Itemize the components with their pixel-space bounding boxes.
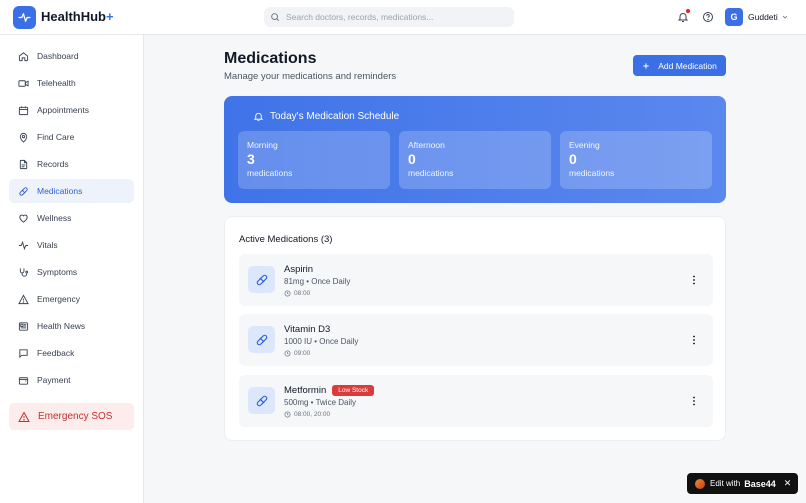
clock-icon <box>284 290 291 297</box>
schedule-slot-afternoon: Afternoon 0 medications <box>399 131 551 189</box>
low-stock-badge: Low Stock <box>332 385 375 396</box>
more-options-icon[interactable] <box>690 275 698 285</box>
sidebar-item-wellness[interactable]: Wellness <box>9 206 134 230</box>
newspaper-icon <box>18 321 29 331</box>
sidebar-item-dashboard[interactable]: Dashboard <box>9 44 134 68</box>
schedule-slot-evening: Evening 0 medications <box>560 131 712 189</box>
sidebar: Dashboard Telehealth Appointments Find C… <box>0 35 144 503</box>
page-title: Medications <box>224 50 317 67</box>
heart-icon <box>19 214 28 223</box>
search-icon <box>271 13 280 22</box>
sidebar-item-vitals[interactable]: Vitals <box>9 233 134 257</box>
medication-name: Vitamin D3 <box>284 324 331 335</box>
sidebar-item-telehealth[interactable]: Telehealth <box>9 71 134 95</box>
sidebar-item-appointments[interactable]: Appointments <box>9 98 134 122</box>
sidebar-item-payment[interactable]: Payment <box>9 368 134 392</box>
sidebar-item-feedback[interactable]: Feedback <box>9 341 134 365</box>
stethoscope-icon <box>19 267 29 277</box>
home-icon <box>18 51 29 61</box>
avatar[interactable]: G <box>725 8 743 26</box>
sidebar-item-symptoms[interactable]: Symptoms <box>9 260 134 284</box>
more-options-icon[interactable] <box>690 396 698 406</box>
message-icon <box>19 348 28 358</box>
medication-dose: 81mg • Once Daily <box>284 277 351 286</box>
notification-dot <box>686 9 690 13</box>
help-icon[interactable] <box>702 11 714 23</box>
sidebar-item-emergency[interactable]: Emergency <box>9 287 134 311</box>
schedule-title: Today's Medication Schedule <box>253 111 399 122</box>
clock-icon <box>284 411 291 418</box>
pill-icon <box>248 266 275 293</box>
medication-time: 09:00 <box>284 350 310 357</box>
alert-triangle-icon <box>18 410 30 422</box>
pill-icon <box>19 186 28 196</box>
sidebar-item-find-care[interactable]: Find Care <box>9 125 134 149</box>
logo-icon[interactable] <box>13 6 36 29</box>
pill-icon <box>248 387 275 414</box>
clock-icon <box>284 350 291 357</box>
user-name[interactable]: Guddeti <box>748 12 778 22</box>
medication-name: Aspirin <box>284 264 314 275</box>
more-options-icon[interactable] <box>690 335 698 345</box>
sidebar-item-health-news[interactable]: Health News <box>9 314 134 338</box>
alert-triangle-icon <box>18 293 29 304</box>
calendar-icon <box>18 105 29 115</box>
edit-with-base44-bar[interactable]: Edit with Base44 ✕ <box>687 473 798 494</box>
page-subtitle: Manage your medications and reminders <box>224 71 397 82</box>
wallet-icon <box>18 376 29 385</box>
medication-time: 08:00 <box>284 290 310 297</box>
close-icon[interactable]: ✕ <box>784 478 792 489</box>
schedule-card: Today's Medication Schedule Morning 3 me… <box>224 96 726 203</box>
medication-dose: 500mg • Twice Daily <box>284 398 357 407</box>
medication-item[interactable]: Metformin Low Stock 500mg • Twice Daily … <box>239 375 713 427</box>
plus-icon <box>643 62 649 69</box>
add-medication-button[interactable]: Add Medication <box>633 55 726 76</box>
chevron-down-icon[interactable] <box>781 13 789 21</box>
search-input[interactable] <box>286 12 506 22</box>
video-icon <box>18 79 29 87</box>
medication-name: Metformin Low Stock <box>284 385 375 396</box>
active-medications-title: Active Medications (3) <box>239 234 333 245</box>
sidebar-item-records[interactable]: Records <box>9 152 134 176</box>
base44-logo-icon <box>695 478 705 489</box>
schedule-slot-morning: Morning 3 medications <box>238 131 390 189</box>
map-pin-icon <box>19 132 28 143</box>
medication-time: 08:00, 20:00 <box>284 411 330 418</box>
file-icon <box>19 159 28 169</box>
sidebar-item-medications[interactable]: Medications <box>9 179 134 203</box>
top-bar: HealthHub+ G Guddeti <box>0 0 806 35</box>
pill-icon <box>248 326 275 353</box>
search-bar[interactable] <box>264 7 514 27</box>
activity-icon <box>18 240 29 250</box>
medication-dose: 1000 IU • Once Daily <box>284 337 359 346</box>
active-medications-card: Active Medications (3) Aspirin 81mg • On… <box>224 216 726 441</box>
app-name[interactable]: HealthHub+ <box>41 9 114 24</box>
emergency-sos-button[interactable]: Emergency SOS <box>9 403 134 430</box>
bell-icon <box>253 112 264 122</box>
medication-item[interactable]: Vitamin D3 1000 IU • Once Daily 09:00 <box>239 314 713 366</box>
medication-item[interactable]: Aspirin 81mg • Once Daily 08:00 <box>239 254 713 306</box>
